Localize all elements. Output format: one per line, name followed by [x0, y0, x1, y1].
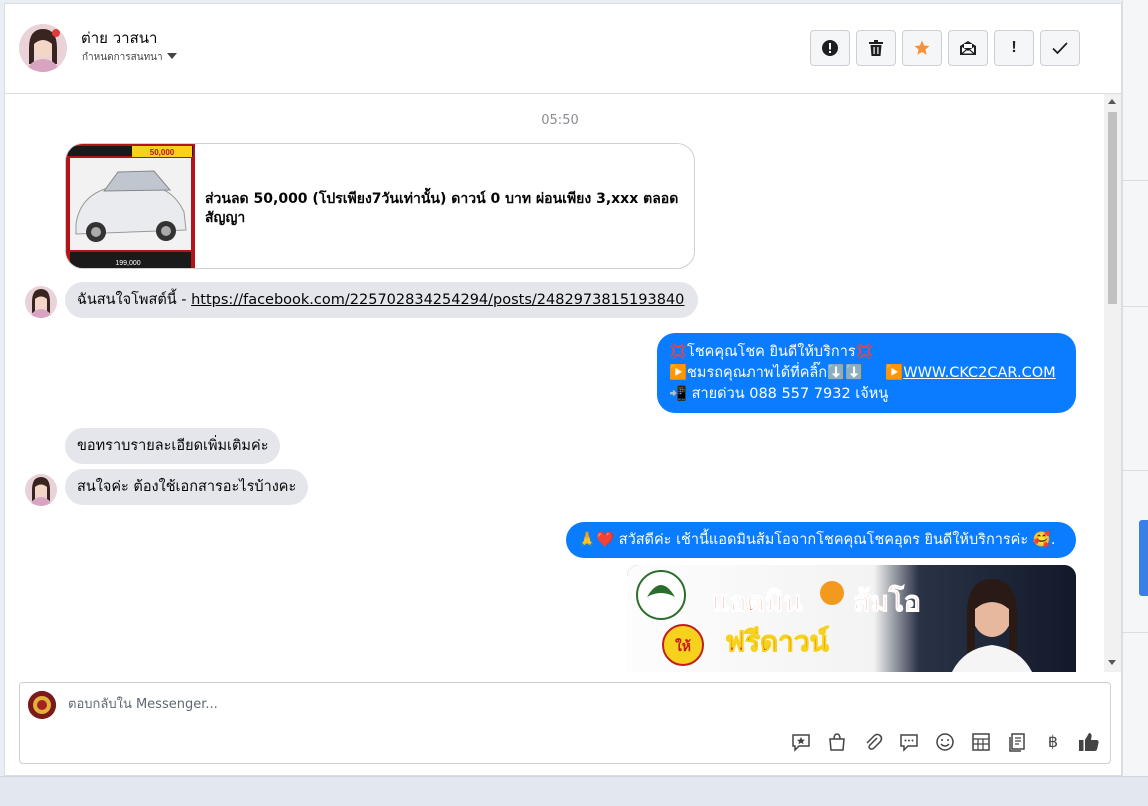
shared-post-card[interactable]: 50,000 199,000 ส่วนลด 50,000 (โปรเพียง7ว…	[65, 143, 695, 269]
shop-button[interactable]	[824, 729, 850, 755]
conversation-header: ต่าย วาสนา กำหนดการสนทนา !	[5, 4, 1121, 94]
notes-icon	[1009, 733, 1025, 752]
table-icon	[972, 733, 990, 751]
reply-input[interactable]	[68, 693, 768, 715]
website-link[interactable]: WWW.CKC2CAR.COM	[903, 365, 1055, 381]
emoji-icon	[936, 733, 954, 751]
outgoing-message: 💢โชคคุณโชค ยินดีให้บริการ💢 ▶️ชมรถคุณภาพไ…	[657, 333, 1076, 413]
done-button[interactable]	[1040, 30, 1080, 66]
assign-conversation-dropdown[interactable]: กำหนดการสนทนา	[82, 50, 177, 65]
promo-headline: ส้มโอ	[853, 584, 920, 618]
message-text: ขอทราบรายละเอียดเพิ่มเติมค่ะ	[77, 438, 269, 454]
divider	[1123, 306, 1148, 307]
trash-icon	[869, 40, 883, 56]
table-button[interactable]	[968, 729, 994, 755]
contact-avatar-small[interactable]	[25, 286, 57, 318]
header-actions: !	[810, 30, 1080, 66]
bottom-bar	[0, 776, 1148, 806]
scroll-up-arrow-icon[interactable]	[1108, 99, 1116, 104]
thumb-price-text: 50,000	[150, 148, 175, 157]
notes-button[interactable]	[1004, 729, 1030, 755]
incoming-message: ฉันสนใจโพสต์นี้ - https://facebook.com/2…	[65, 282, 698, 318]
saved-reply-button[interactable]	[788, 729, 814, 755]
delete-button[interactable]	[856, 30, 896, 66]
reply-composer: ฿	[19, 682, 1111, 764]
mark-unread-button[interactable]	[948, 30, 988, 66]
side-tab[interactable]	[1139, 520, 1148, 596]
baht-icon: ฿	[1047, 734, 1059, 751]
promo-badge: ให้	[675, 637, 691, 655]
alert-circle-icon	[822, 40, 838, 56]
composer-toolbar: ฿	[788, 729, 1102, 755]
outgoing-message: 🙏❤️ สวัสดีค่ะ เช้านี้แอดมินส้มโอจากโชคคุ…	[566, 522, 1076, 558]
right-side-panel	[1122, 0, 1148, 805]
star-icon	[914, 40, 930, 55]
spam-button[interactable]: !	[994, 30, 1034, 66]
promo-image[interactable]: แอดมิน ส้มโอ ให้ ฟรีดาวน์	[627, 565, 1076, 672]
contact-name[interactable]: ต่าย วาสนา	[81, 26, 157, 50]
message-text: ฉันสนใจโพสต์นี้ -	[77, 292, 192, 308]
report-button[interactable]	[810, 30, 850, 66]
assign-label: กำหนดการสนทนา	[82, 52, 163, 63]
divider	[1123, 470, 1148, 471]
attachment-icon	[866, 733, 883, 750]
promo-headline: แอดมิน	[712, 585, 803, 618]
chat-bubble-icon	[900, 734, 918, 752]
incoming-message: ขอทราบรายละเอียดเพิ่มเติมค่ะ	[65, 428, 281, 464]
star-button[interactable]	[902, 30, 942, 66]
quick-reply-button[interactable]	[896, 729, 922, 755]
page-avatar	[28, 691, 56, 719]
message-line: 📲 สายด่วน 088 557 7932 เจ้หนู	[669, 386, 889, 402]
attach-button[interactable]	[860, 729, 886, 755]
promo-subhead: ฟรีดาวน์	[725, 625, 829, 658]
contact-avatar-small[interactable]	[25, 474, 57, 506]
caret-down-icon	[166, 53, 177, 59]
message-scrollbar[interactable]	[1104, 94, 1121, 672]
post-title: ส่วนลด 50,000 (โปรเพียง7วันเท่านั้น) ดาว…	[205, 191, 679, 226]
post-link[interactable]: https://facebook.com/225702834254294/pos…	[191, 292, 684, 308]
contact-avatar[interactable]	[19, 24, 67, 72]
message-text: 🙏❤️ สวัสดีค่ะ เช้านี้แอดมินส้มโอจากโชคคุ…	[578, 532, 1056, 548]
divider	[1123, 632, 1148, 633]
message-line: ▶️	[885, 365, 904, 381]
post-thumbnail: 50,000 199,000	[66, 144, 195, 268]
conversation-panel: ต่าย วาสนา กำหนดการสนทนา ! 05:50 50,000 …	[4, 3, 1122, 776]
exclamation-icon: !	[1011, 39, 1017, 56]
like-button[interactable]	[1076, 729, 1102, 755]
message-list[interactable]: 05:50 50,000 199,000 ส่วนลด 50,000 (โปรเ…	[5, 94, 1121, 672]
message-line: 💢โชคคุณโชค ยินดีให้บริการ💢	[669, 344, 874, 360]
payment-button[interactable]: ฿	[1040, 729, 1066, 755]
incoming-message: สนใจค่ะ ต้องใช้เอกสารอะไรบ้างคะ	[65, 469, 309, 505]
like-icon	[1079, 733, 1099, 751]
message-timestamp: 05:50	[541, 113, 579, 128]
check-icon	[1052, 42, 1068, 55]
saved-reply-icon	[792, 734, 810, 752]
thumb-bottom-text: 199,000	[115, 260, 140, 267]
scrollbar-thumb[interactable]	[1108, 112, 1117, 304]
mark-unread-icon	[960, 41, 976, 55]
message-text: สนใจค่ะ ต้องใช้เอกสารอะไรบ้างคะ	[77, 479, 297, 495]
scroll-down-arrow-icon[interactable]	[1108, 660, 1116, 665]
emoji-button[interactable]	[932, 729, 958, 755]
message-line: ▶️ชมรถคุณภาพได้ที่คลิ๊ก⬇️⬇️	[669, 365, 864, 381]
shop-bag-icon	[829, 733, 845, 751]
divider	[1123, 180, 1148, 181]
